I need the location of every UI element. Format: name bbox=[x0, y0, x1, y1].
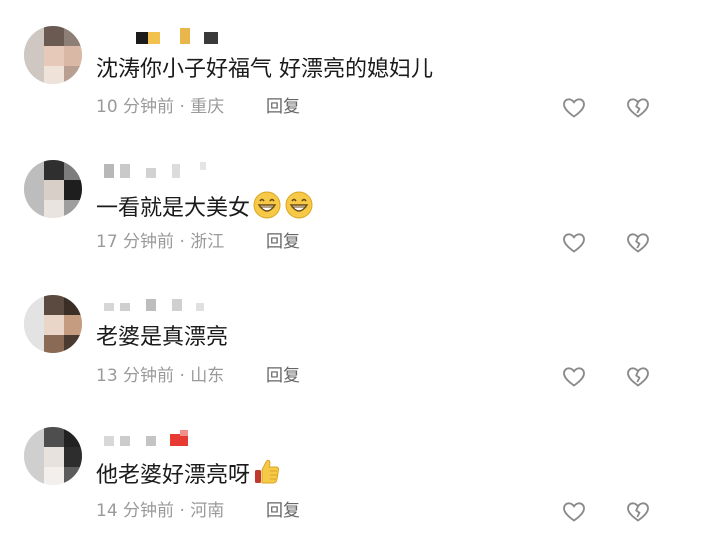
broken-heart-outline-icon[interactable] bbox=[626, 231, 650, 255]
reply-button[interactable]: 回复 bbox=[266, 500, 300, 522]
comment-location: 浙江 bbox=[190, 232, 225, 252]
thumbs-up-emoji bbox=[252, 457, 282, 496]
grinning-face-emoji bbox=[252, 190, 282, 229]
broken-heart-outline-icon[interactable] bbox=[626, 500, 650, 524]
comment-item: 他老婆好漂亮呀 14 分钟前 · 河南 回复 bbox=[0, 0, 711, 522]
heart-outline-icon[interactable] bbox=[562, 365, 586, 389]
comment-location: 山东 bbox=[190, 366, 225, 386]
avatar[interactable] bbox=[24, 295, 82, 353]
heart-outline-icon[interactable] bbox=[562, 231, 586, 255]
broken-heart-outline-icon[interactable] bbox=[626, 365, 650, 389]
comment-meta: 13 分钟前 · 山东 bbox=[96, 366, 225, 386]
comment-meta: 17 分钟前 · 浙江 bbox=[96, 232, 225, 252]
comment-time: 14 分钟前 bbox=[96, 501, 175, 521]
avatar[interactable] bbox=[24, 427, 82, 485]
comment-meta: 14 分钟前 · 河南 bbox=[96, 501, 225, 521]
heart-outline-icon[interactable] bbox=[562, 500, 586, 524]
comment-text: 老婆是真漂亮 bbox=[96, 325, 229, 350]
avatar[interactable] bbox=[24, 160, 82, 218]
comment-location: 河南 bbox=[190, 501, 225, 521]
comment-text: 他老婆好漂亮呀 bbox=[96, 457, 282, 496]
grinning-face-emoji bbox=[284, 190, 314, 229]
comment-text: 一看就是大美女 bbox=[96, 190, 314, 229]
reply-button[interactable]: 回复 bbox=[266, 365, 300, 387]
reply-button[interactable]: 回复 bbox=[266, 231, 300, 253]
comment-time: 13 分钟前 bbox=[96, 366, 175, 386]
comment-time: 17 分钟前 bbox=[96, 232, 175, 252]
